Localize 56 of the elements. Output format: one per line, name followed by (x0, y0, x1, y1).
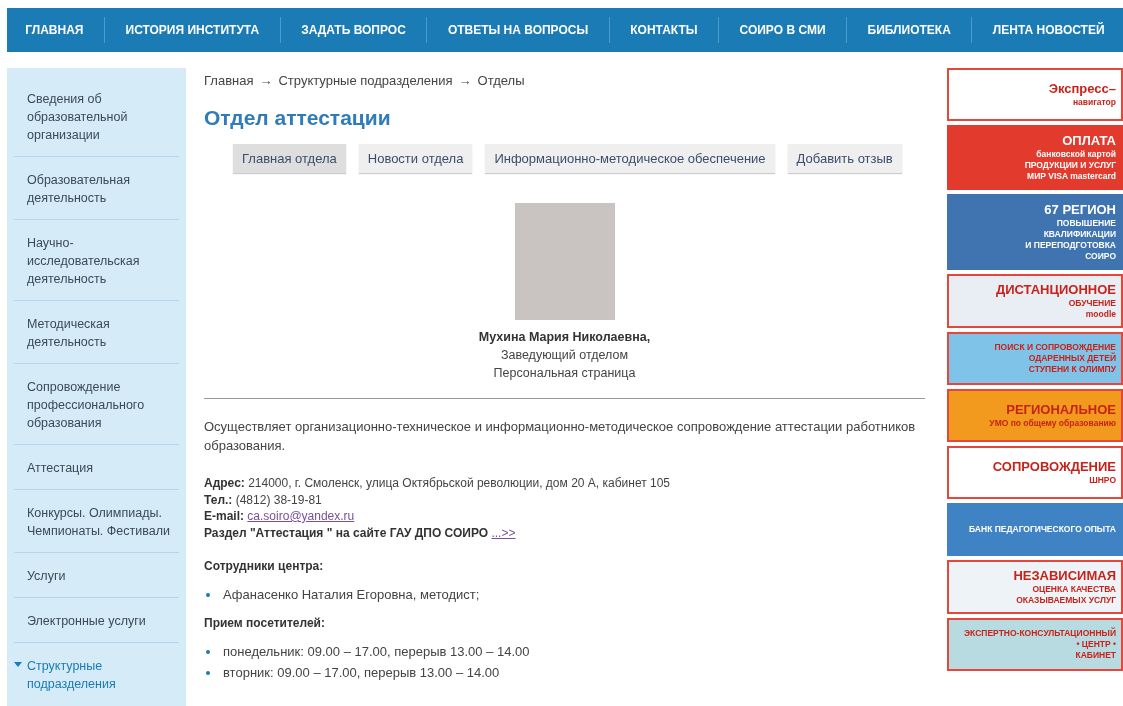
banner[interactable]: БАНК ПЕДАГОГИЧЕСКОГО ОПЫТА (947, 503, 1123, 556)
sidebar-link[interactable]: Методическая деятельность (27, 315, 171, 351)
banner[interactable]: ОПЛАТА банковской картой ПРОДУКЦИИ И УСЛУГ МИР VISA mastercard (947, 125, 1123, 190)
contact-label: E-mail: (204, 509, 244, 523)
banner[interactable]: Экспресс– навигатор (947, 68, 1123, 121)
email-link[interactable]: ca.soiro@yandex.ru (247, 509, 355, 523)
contact-value: (4812) 38-19-81 (235, 492, 322, 507)
list-item-text: вторник: 09.00 – 17.00, перерыв 13.00 – 14.00 (223, 665, 500, 680)
bullet-icon (206, 649, 210, 654)
sidebar-link[interactable]: Услуги (27, 567, 171, 585)
nav-link[interactable]: ГЛАВНАЯ (25, 23, 84, 37)
page-title: Отдел аттестации (204, 106, 392, 130)
nav-link[interactable]: СОИРО В СМИ (739, 23, 826, 37)
nav-link[interactable]: ОТВЕТЫ НА ВОПРОСЫ (447, 23, 589, 37)
nav-link[interactable]: ЛЕНТА НОВОСТЕЙ (992, 23, 1105, 37)
breadcrumb-separator: → (458, 73, 472, 88)
banner[interactable]: ЭКСПЕРТНО-КОНСУЛЬТАЦИОННЫЙ • ЦЕНТР • КАБИНЕТ (947, 618, 1123, 671)
breadcrumb-link[interactable]: Структурные подразделения (278, 73, 453, 88)
tab[interactable]: Информационно-методическое обеспечение (485, 144, 775, 173)
bullet-icon (206, 592, 210, 597)
sidebar-link[interactable]: Сведения об образовательной организации (27, 90, 171, 144)
bullet-icon (206, 670, 210, 675)
banner[interactable]: НЕЗАВИСИМАЯ ОЦЕНКА КАЧЕСТВА ОКАЗЫВАЕМЫХ УСЛУГ (947, 560, 1123, 614)
section-heading: Сотрудники центра: (204, 559, 325, 573)
nav-link[interactable]: БИБЛИОТЕКА (867, 23, 951, 37)
banner[interactable]: 67 РЕГИОН ПОВЫШЕНИЕ КВАЛИФИКАЦИИ И ПЕРЕПОДГОТОВКА СОИРО (947, 194, 1123, 270)
nav-link[interactable]: КОНТАКТЫ (630, 23, 698, 37)
breadcrumb-link[interactable]: Главная (204, 73, 254, 88)
banner[interactable]: СОПРОВОЖДЕНИЕ ШНРО (947, 446, 1123, 499)
personal-page-link[interactable]: Персональная страница (493, 364, 636, 382)
section-label: Раздел "Аттестация " на сайте ГАУ ДПО СОИРО (204, 525, 489, 540)
sidebar-link[interactable]: Научно-исследовательская деятельность (27, 234, 171, 288)
sidebar-link[interactable]: Сопровождение профессионального образования (27, 378, 171, 432)
contact-value: 214000, г. Смоленск, улица Октябрьской революции, дом 20 А, кабинет 105 (248, 476, 670, 490)
contact-label: Адрес: (204, 476, 245, 490)
more-link[interactable]: ...>> (491, 525, 516, 540)
person-position: Заведующий отделом (500, 347, 629, 364)
person-name: Мухина Мария Николаевна, (478, 329, 651, 346)
section-heading: Прием посетителей: (204, 616, 326, 630)
sidebar-link[interactable]: Электронные услуги (27, 612, 171, 630)
nav-link[interactable]: ЗАДАТЬ ВОПРОС (301, 23, 406, 37)
sidebar-link[interactable]: Образовательная деятельность (27, 171, 171, 207)
description-text: Осуществляет организационно-техническое и информационно-методическое сопровождение аттестации работников образования. (204, 418, 917, 455)
contact-label: Тел.: (204, 492, 233, 507)
tab[interactable]: Добавить отзыв (787, 144, 902, 173)
list-item-text: Афанасенко Наталия Егоровна, методист; (223, 587, 480, 602)
sidebar-link[interactable]: Структурные подразделения (27, 657, 171, 693)
breadcrumb-separator: → (259, 73, 273, 88)
sidebar-link[interactable]: Конкурсы. Олимпиады. Чемпионаты. Фестивали (27, 504, 171, 540)
tab[interactable]: Новости отдела (358, 144, 473, 173)
banner[interactable]: ДИСТАНЦИОННОЕ ОБУЧЕНИЕ moodle (947, 274, 1123, 328)
tab[interactable]: Главная отдела (233, 144, 346, 173)
nav-link[interactable]: ИСТОРИЯ ИНСТИТУТА (125, 23, 260, 37)
list-item-text: понедельник: 09.00 – 17.00, перерыв 13.00 – 14.00 (223, 644, 530, 659)
sidebar-link[interactable]: Аттестация (27, 459, 171, 477)
breadcrumb-link[interactable]: Отделы (477, 73, 525, 88)
